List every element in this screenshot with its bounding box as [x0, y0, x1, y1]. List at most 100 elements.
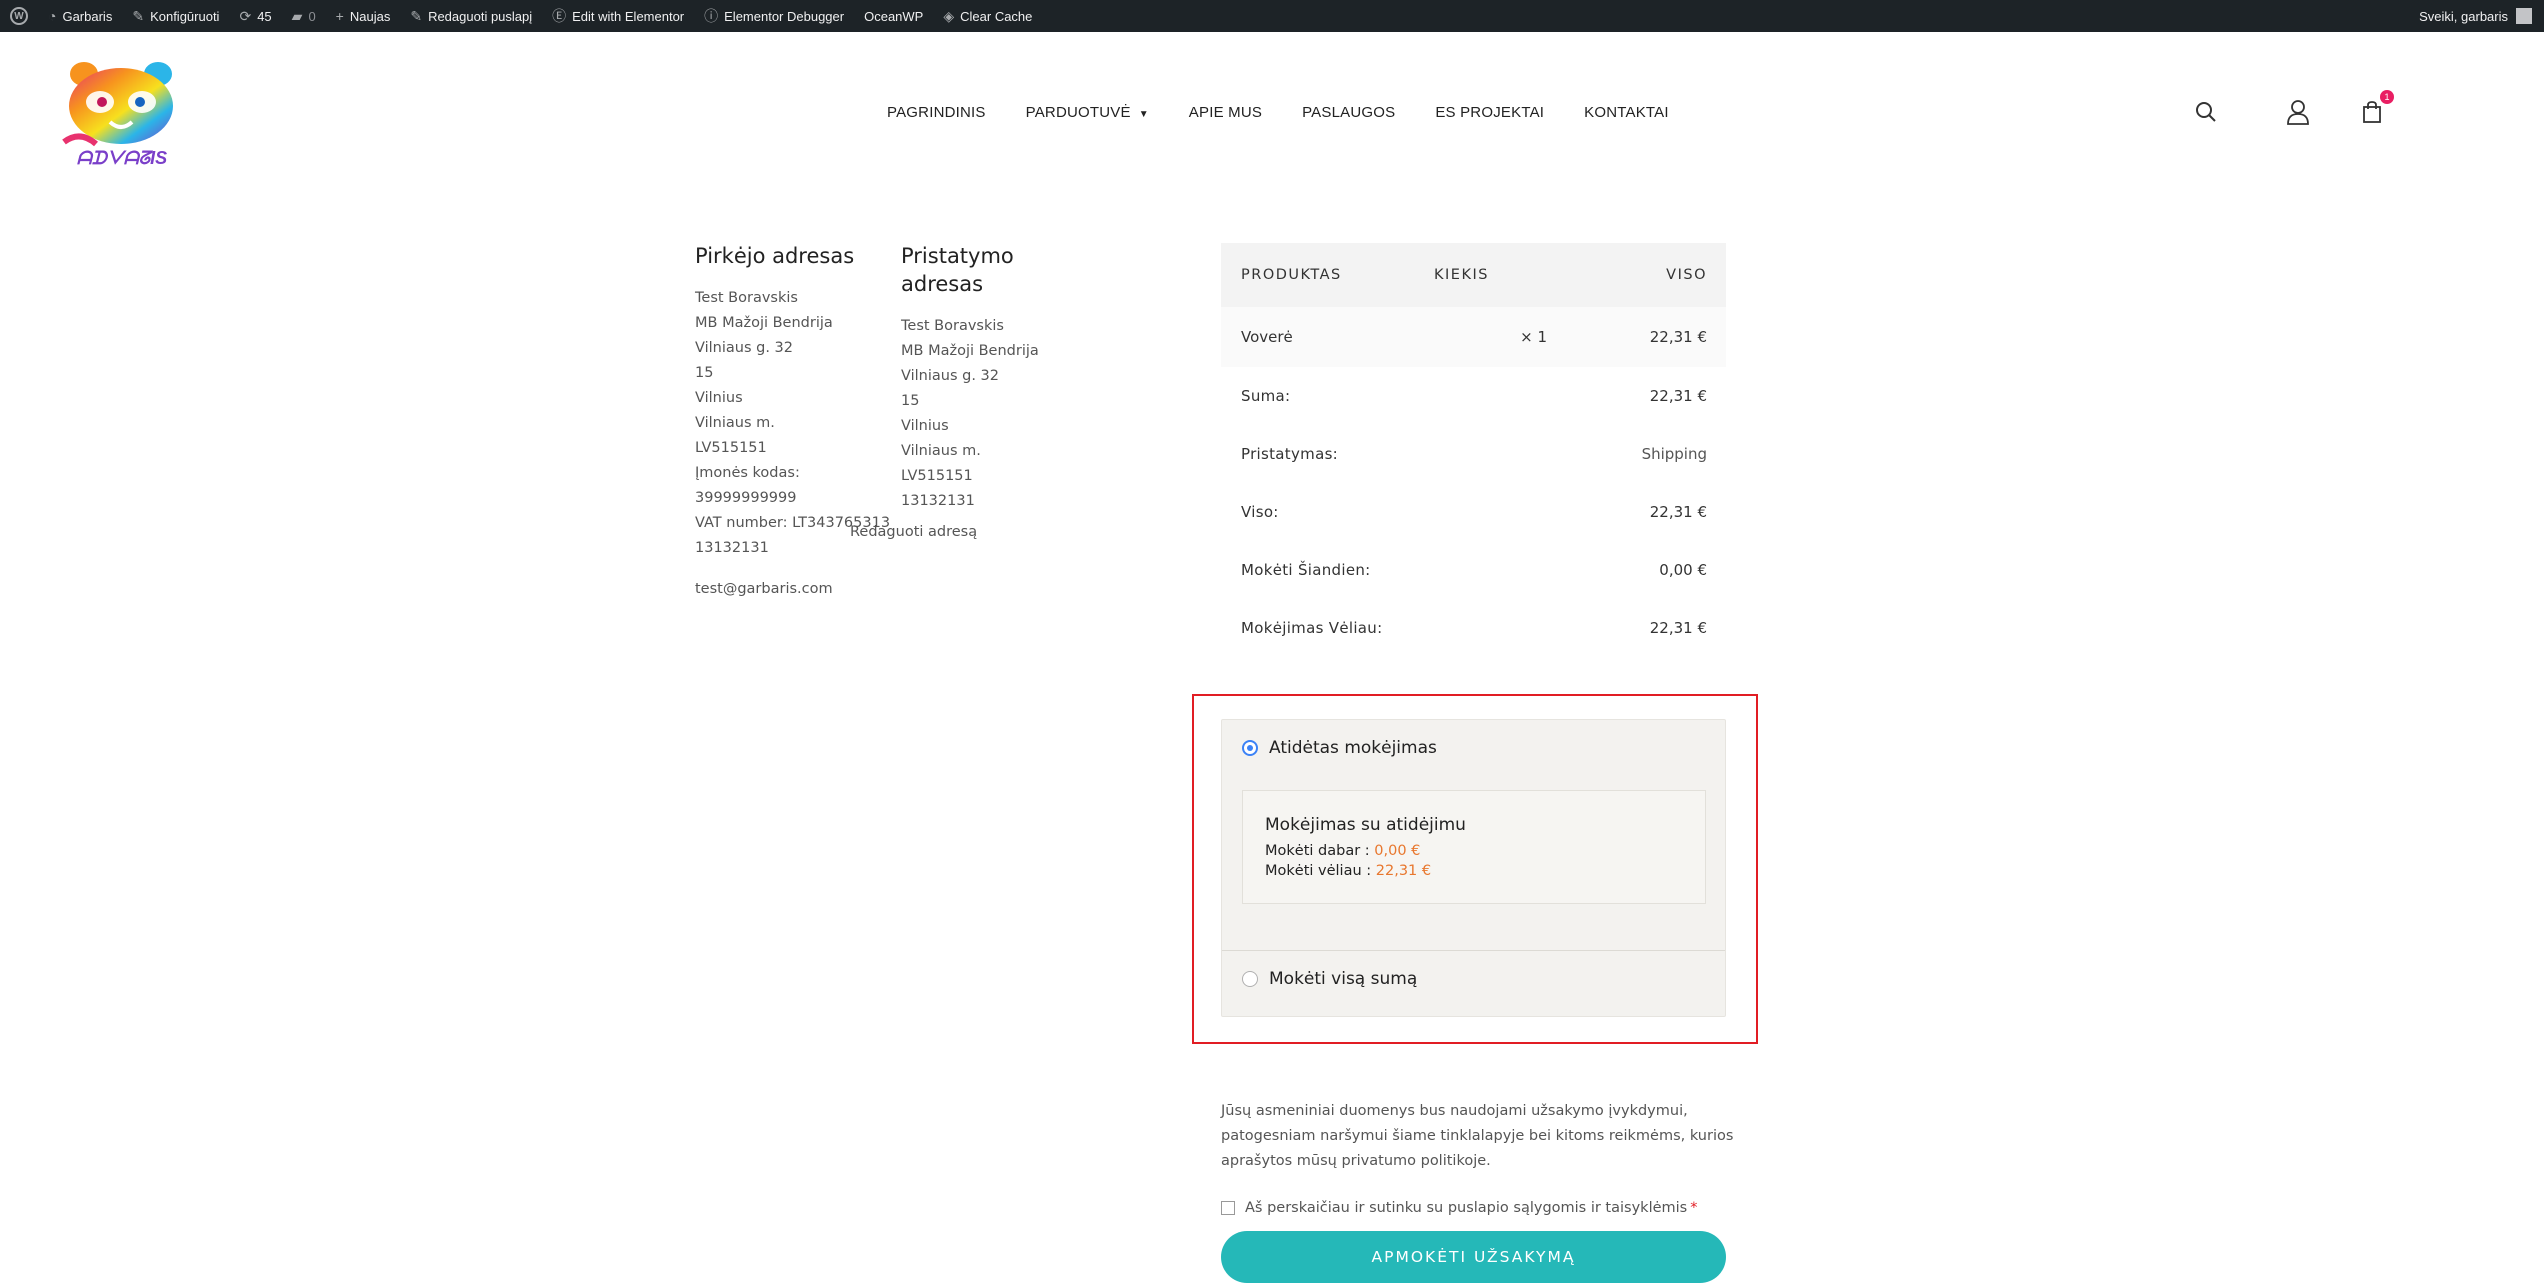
total-label: Viso:	[1241, 503, 1279, 521]
customize-label: Konfigūruoti	[150, 8, 220, 24]
shipping-line: Vilniaus m.	[901, 443, 981, 459]
wordpress-logo-icon: W	[10, 7, 28, 25]
updates-link[interactable]: ⟳ 45	[229, 0, 281, 32]
deferred-payment-details: Mokėjimas su atidėjimu Mokėti dabar : 0,…	[1242, 790, 1706, 904]
pay-later-value: 22,31 €	[1649, 619, 1707, 637]
table-row: Suma: 22,31 €	[1221, 367, 1726, 425]
oceanwp-link[interactable]: OceanWP	[854, 0, 933, 32]
shipping-line: 13132131	[901, 493, 975, 509]
shipping-label: Pristatymas:	[1241, 445, 1339, 463]
caret-down-icon: ▼	[1138, 108, 1149, 120]
edit-page-label: Redaguoti puslapį	[428, 8, 533, 24]
new-content-label: Naujas	[349, 8, 391, 24]
header-actions: 1	[2190, 90, 2400, 128]
shipping-line: Test Boravskis	[901, 318, 1004, 334]
product-quantity: × 1	[1520, 328, 1547, 346]
edit-with-elementor-link[interactable]: Ⓔ Edit with Elementor	[542, 0, 694, 32]
nav-item-eu-projects[interactable]: ES PROJEKTAI	[1435, 104, 1544, 121]
new-content-link[interactable]: + Naujas	[326, 0, 401, 32]
updates-icon: ⟳	[239, 8, 252, 24]
billing-line: Vilnius	[695, 390, 743, 406]
shipping-value: Shipping	[1641, 445, 1707, 463]
nav-item-services[interactable]: PASLAUGOS	[1302, 104, 1395, 121]
comments-link[interactable]: ▰ 0	[282, 0, 326, 32]
user-icon	[2287, 100, 2309, 125]
search-button[interactable]	[2190, 96, 2222, 128]
shipping-title-line-1: Pristatymo	[901, 244, 1014, 268]
nav-item-shop[interactable]: PARDUOTUVĖ ▼	[1026, 104, 1149, 121]
privacy-end: .	[1486, 1153, 1491, 1169]
billing-line: Test Boravskis	[695, 290, 798, 306]
elementor-debugger-link[interactable]: ⓘ Elementor Debugger	[694, 0, 854, 32]
site-name: Garbaris	[62, 8, 113, 24]
pay-now-line: Mokėti dabar : 0,00 €	[1265, 843, 1420, 859]
table-header: PRODUKTAS KIEKIS VISO	[1221, 243, 1726, 307]
site-name-link[interactable]: ◔ Garbaris	[38, 0, 122, 32]
brush-icon: ✎	[132, 8, 145, 24]
customize-link[interactable]: ✎ Konfigūruoti	[122, 0, 229, 32]
clear-cache-link[interactable]: ◈ Clear Cache	[933, 0, 1042, 32]
nav-item-about[interactable]: APIE MUS	[1189, 104, 1262, 121]
shipping-line: Vilniaus g. 32	[901, 368, 999, 384]
shipping-line: LV515151	[901, 468, 973, 484]
dashboard-icon: ◔	[48, 8, 57, 24]
order-summary-table: PRODUKTAS KIEKIS VISO Voverė × 1 22,31 €…	[1221, 243, 1726, 657]
info-icon: ⓘ	[704, 8, 719, 24]
comments-count: 0	[308, 8, 316, 24]
updates-count: 45	[257, 8, 272, 24]
nav-item-home[interactable]: PAGRINDINIS	[887, 104, 986, 121]
billing-address-title: Pirkėjo adresas	[695, 244, 855, 268]
shipping-line: 15	[901, 393, 920, 409]
subtotal-value: 22,31 €	[1649, 387, 1707, 405]
account-button[interactable]	[2282, 96, 2314, 128]
pay-today-value: 0,00 €	[1659, 561, 1707, 579]
product-name: Voverė	[1241, 328, 1293, 346]
place-order-button[interactable]: APMOKĖTI UŽSAKYMĄ	[1221, 1231, 1726, 1283]
cart-count-badge: 1	[2380, 90, 2394, 104]
shipping-address-title: Pristatymo adresas	[901, 242, 1039, 298]
required-marker: *	[1690, 1200, 1698, 1216]
shipping-line: Vilnius	[901, 418, 949, 434]
billing-line: Vilniaus g. 32	[695, 340, 793, 356]
billing-line: 39999999999	[695, 490, 797, 506]
nav-item-contacts[interactable]: KONTAKTAI	[1584, 104, 1669, 121]
cart-button[interactable]: 1	[2356, 90, 2394, 128]
admin-bar: W ◔ Garbaris ✎ Konfigūruoti ⟳ 45 ▰ 0 + N…	[0, 0, 2544, 32]
wordpress-menu[interactable]: W	[0, 0, 38, 32]
deferred-details-title: Mokėjimas su atidėjimu	[1265, 815, 1466, 835]
diamond-icon: ◈	[943, 8, 955, 24]
clear-cache-label: Clear Cache	[960, 8, 1033, 24]
billing-line: Įmonės kodas:	[695, 465, 800, 481]
pay-later-line: Mokėti vėliau : 22,31 €	[1265, 863, 1431, 879]
table-row: Mokėti Šiandien: 0,00 €	[1221, 541, 1726, 599]
svg-text:ᗩᗪᐯᗩᘔIS: ᗩᗪᐯᗩᘔIS	[77, 148, 167, 168]
pay-now-amount: 0,00 €	[1374, 843, 1421, 859]
privacy-policy-link[interactable]: privatumo politikoje	[1341, 1153, 1486, 1169]
billing-address: Pirkėjo adresas Test Boravskis MB Mažoji…	[695, 242, 890, 597]
account-menu[interactable]: Sveiki, garbaris	[2409, 0, 2544, 32]
site-logo[interactable]: ᗩᗪᐯᗩᘔIS	[60, 60, 184, 168]
terms-label[interactable]: Aš perskaičiau ir sutinku su puslapio są…	[1245, 1200, 1687, 1216]
deferred-payment-label[interactable]: Atidėtas mokėjimas	[1269, 738, 1437, 758]
edit-address-link[interactable]: Redaguoti adresą	[850, 524, 977, 540]
deferred-payment-radio[interactable]	[1242, 740, 1258, 756]
payment-divider	[1222, 950, 1725, 951]
elementor-icon: Ⓔ	[552, 8, 567, 24]
billing-email: test@garbaris.com	[695, 581, 833, 597]
full-payment-radio[interactable]	[1242, 971, 1258, 987]
shipping-line: MB Mažoji Bendrija	[901, 343, 1039, 359]
terms-checkbox[interactable]	[1221, 1201, 1235, 1215]
edit-page-link[interactable]: ✎ Redaguoti puslapį	[400, 0, 542, 32]
billing-line: Vilniaus m.	[695, 415, 775, 431]
elementor-label: Edit with Elementor	[572, 8, 685, 24]
main-navigation: PAGRINDINIS PARDUOTUVĖ ▼ APIE MUS PASLAUG…	[887, 100, 1709, 124]
oceanwp-label: OceanWP	[864, 8, 924, 24]
pencil-icon: ✎	[410, 8, 423, 24]
pay-later-label: Mokėjimas Vėliau:	[1241, 619, 1383, 637]
debugger-label: Elementor Debugger	[724, 8, 845, 24]
full-payment-label[interactable]: Mokėti visą sumą	[1269, 969, 1417, 989]
billing-line: MB Mažoji Bendrija	[695, 315, 833, 331]
nav-item-shop-label: PARDUOTUVĖ	[1025, 103, 1131, 121]
privacy-notice: Jūsų asmeniniai duomenys bus naudojami u…	[1221, 1099, 1741, 1174]
payment-methods: Atidėtas mokėjimas Mokėjimas su atidėjim…	[1221, 719, 1726, 1017]
